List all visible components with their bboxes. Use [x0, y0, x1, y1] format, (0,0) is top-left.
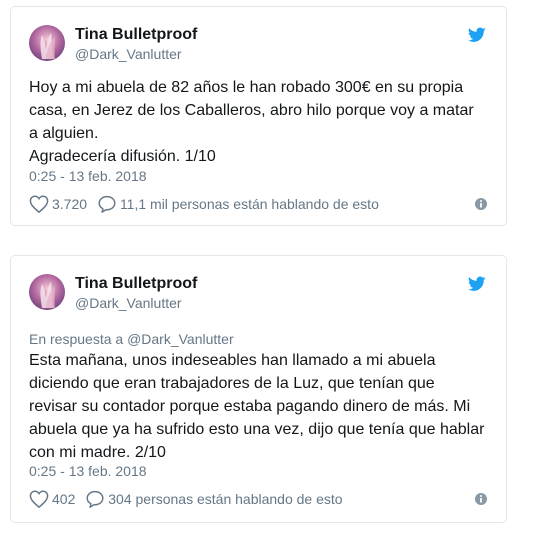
like-count: 3.720: [52, 196, 88, 212]
reply-bubble-icon: [86, 490, 104, 508]
like-button[interactable]: 3.720: [29, 195, 87, 213]
author-name[interactable]: Tina Bulletproof: [75, 275, 197, 293]
reply-handle-link[interactable]: @Dark_Vanlutter: [127, 331, 234, 347]
avatar[interactable]: [29, 25, 65, 61]
conversation-link[interactable]: 11,1 mil personas están hablando de esto: [97, 195, 379, 213]
heart-icon: [29, 490, 49, 508]
reply-bubble-icon: [98, 195, 116, 213]
tweet-text: Hoy a mi abuela de 82 años le han robado…: [29, 79, 474, 165]
twitter-bird-icon[interactable]: [467, 276, 486, 292]
tweet-actions: 3.720 11,1 mil personas están hablando d…: [29, 195, 488, 215]
author-handle[interactable]: @Dark_Vanlutter: [75, 46, 182, 62]
info-icon[interactable]: [474, 492, 488, 509]
tweet-actions: 402 304 personas están hablando de esto: [29, 490, 488, 510]
twitter-bird-icon[interactable]: [467, 27, 486, 43]
author-handle[interactable]: @Dark_Vanlutter: [75, 295, 182, 311]
conversation-text: 11,1 mil personas están hablando de esto: [119, 196, 379, 212]
avatar[interactable]: [29, 274, 65, 310]
conversation-link[interactable]: 304 personas están hablando de esto: [85, 490, 343, 508]
heart-icon: [29, 195, 49, 213]
tweet-text: Esta mañana, unos indeseables han llamad…: [29, 352, 485, 461]
author-name[interactable]: Tina Bulletproof: [75, 26, 197, 44]
conversation-text: 304 personas están hablando de esto: [108, 491, 343, 507]
reply-context: En respuesta a @Dark_Vanlutter: [29, 331, 234, 347]
info-icon[interactable]: [474, 197, 488, 214]
tweet-timestamp[interactable]: 0:25 - 13 feb. 2018: [29, 168, 147, 184]
reply-prefix: En respuesta a: [29, 331, 124, 347]
tweet-card[interactable]: Tina Bulletproof @Dark_Vanlutter En resp…: [10, 255, 507, 523]
like-count: 402: [52, 491, 76, 507]
tweet-card[interactable]: Tina Bulletproof @Dark_Vanlutter Hoy a m…: [10, 6, 507, 226]
like-button[interactable]: 402: [29, 490, 75, 508]
tweet-timestamp[interactable]: 0:25 - 13 feb. 2018: [29, 463, 147, 479]
